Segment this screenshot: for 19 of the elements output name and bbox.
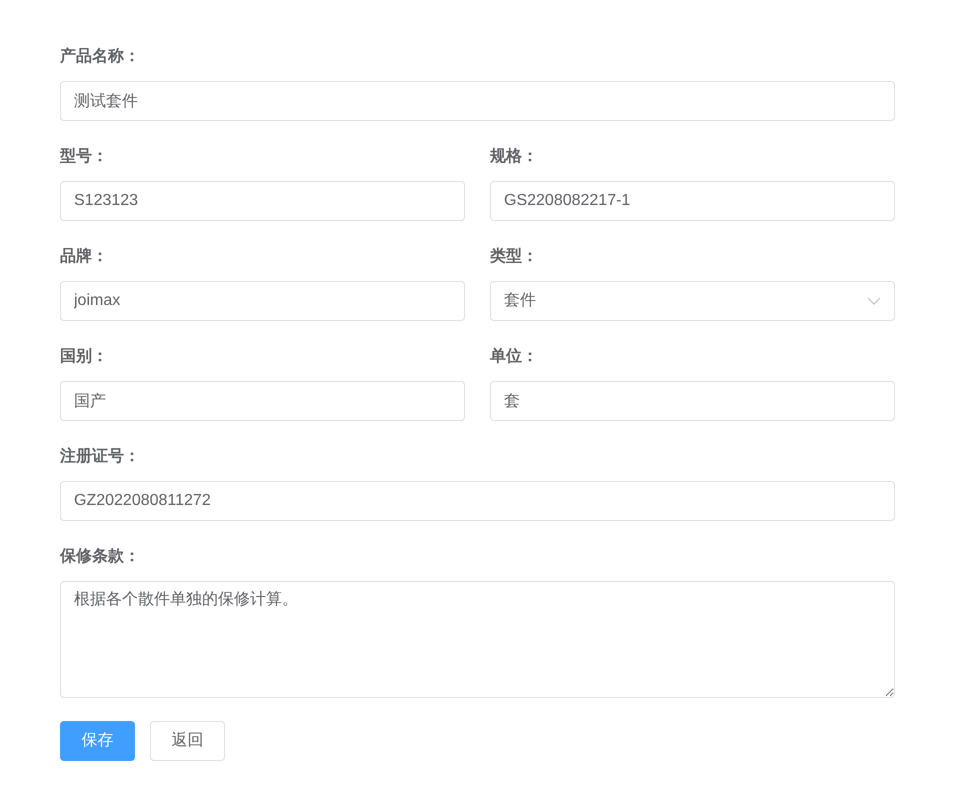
select-field[interactable]: 套件 bbox=[490, 281, 895, 321]
field-label: 品牌： bbox=[60, 246, 109, 267]
field-label: 单位： bbox=[490, 346, 539, 367]
field-label: 类型： bbox=[490, 246, 539, 267]
field-label: 产品名称： bbox=[60, 46, 141, 67]
text-field[interactable]: GZ2022080811272 bbox=[60, 481, 895, 521]
field-label: 注册证号： bbox=[60, 446, 141, 467]
field-label: 规格： bbox=[490, 146, 539, 167]
text-field[interactable]: S123123 bbox=[60, 181, 465, 221]
field-label: 型号： bbox=[60, 146, 109, 167]
text-field[interactable]: 套 bbox=[490, 381, 895, 421]
textarea-field[interactable]: 根据各个散件单独的保修计算。 bbox=[60, 581, 895, 698]
text-field[interactable]: GS2208082217-1 bbox=[490, 181, 895, 221]
field-label: 保修条款： bbox=[60, 546, 141, 567]
field-label: 国别： bbox=[60, 347, 109, 367]
chevron-down-icon bbox=[867, 297, 881, 305]
back-button[interactable]: 返回 bbox=[150, 721, 225, 761]
text-field[interactable]: 测试套件 bbox=[60, 81, 895, 121]
text-field[interactable]: 国产 bbox=[60, 381, 465, 421]
